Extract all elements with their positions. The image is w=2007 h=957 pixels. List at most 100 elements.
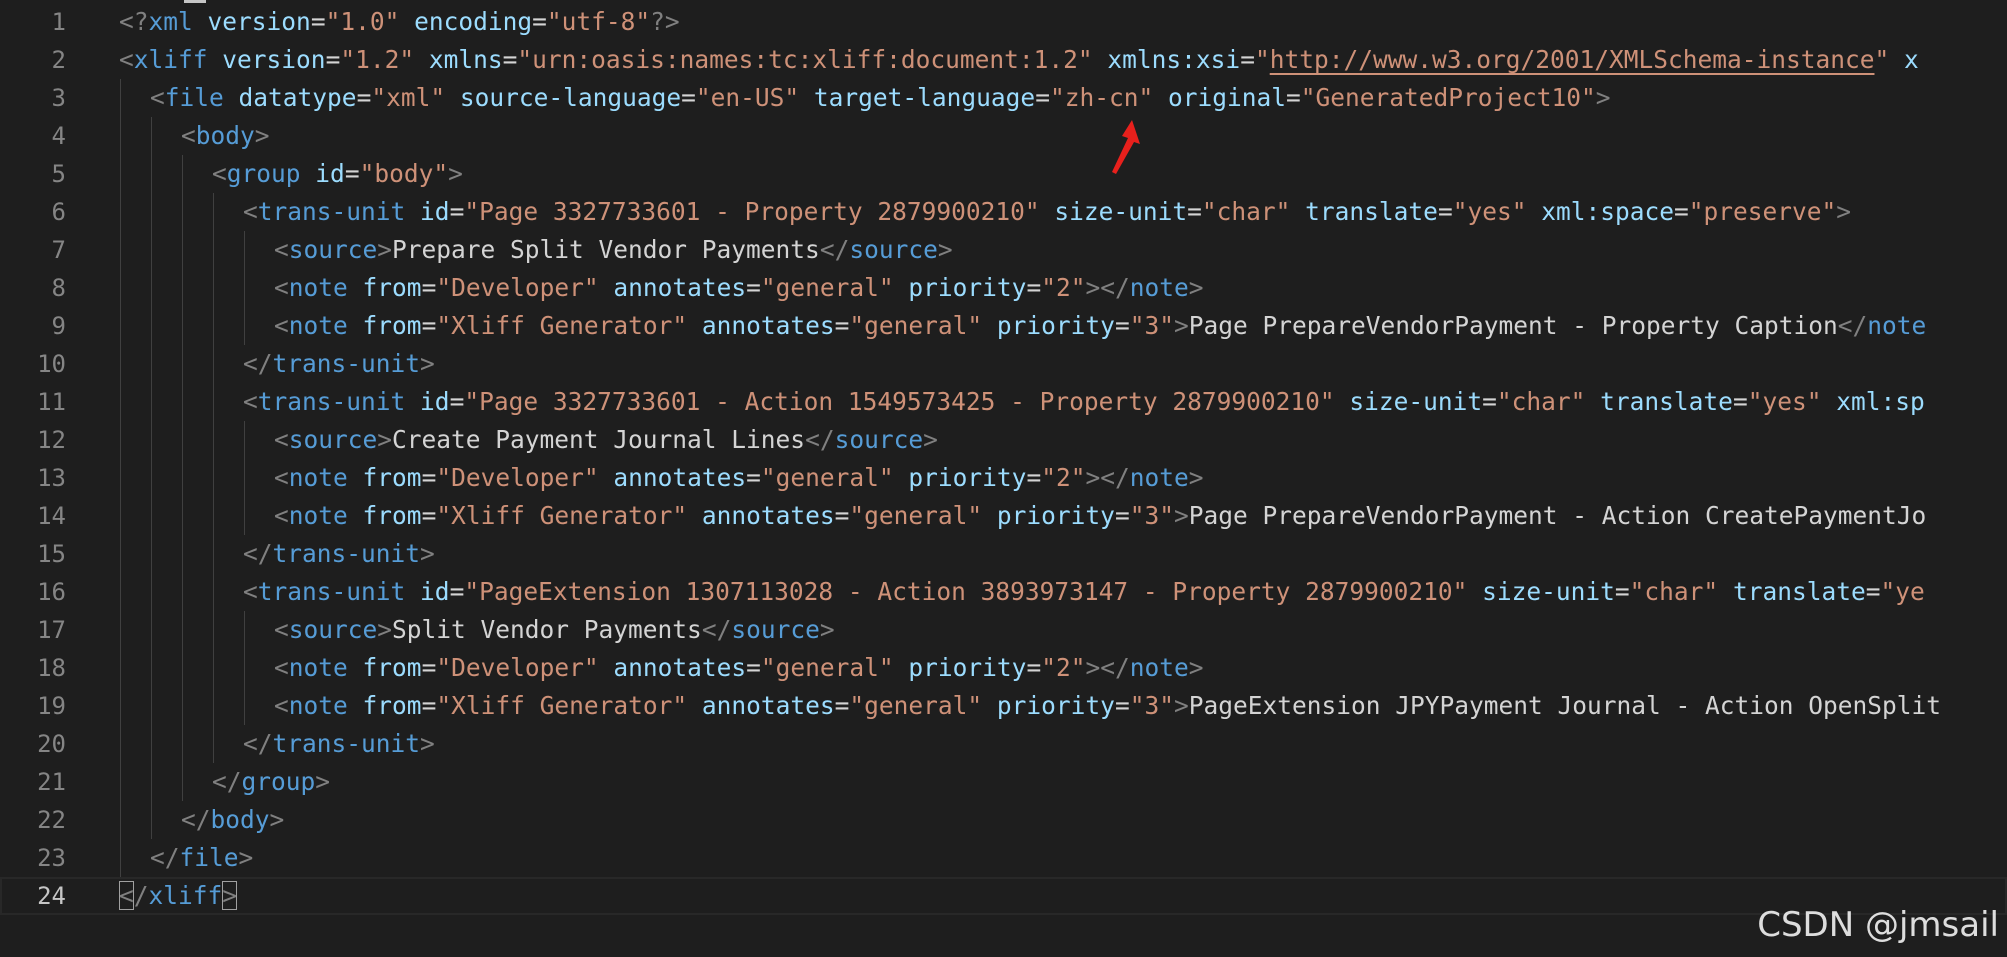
code-line[interactable]: 17 <source>Split Vendor Payments</source> [0, 611, 2007, 649]
code-line[interactable]: 24 </xliff> [0, 877, 2007, 915]
code-line[interactable]: 18 <note from="Developer" annotates="gene… [0, 649, 2007, 687]
code-line[interactable]: 23 </file> [0, 839, 2007, 877]
xml-attribute-name: encoding [414, 7, 533, 36]
code-line[interactable]: 19 <note from="Xliff Generator" annotates… [0, 687, 2007, 725]
xml-punctuation: < [274, 615, 289, 644]
indent-guide [151, 611, 152, 649]
xml-attribute-name: annotates [701, 501, 835, 530]
xml-punctuation: <? [119, 7, 149, 36]
code-line[interactable]: 15 </trans-unit> [0, 535, 2007, 573]
xml-attribute-name: from [362, 501, 422, 530]
code-editor[interactable]: 1 <?xml version="1.0" encoding="utf-8"?> 2… [0, 0, 2007, 957]
code-line[interactable]: 11 <trans-unit id="Page 3327733601 - Acti… [0, 383, 2007, 421]
xml-equals-sign: = [1437, 197, 1453, 226]
xml-punctuation: > [377, 425, 393, 454]
xml-equals-sign: = [310, 7, 326, 36]
indent-guide [120, 117, 121, 155]
indent-guide [244, 307, 245, 345]
xml-text-content [687, 691, 702, 720]
code-line[interactable]: 12 <source>Create Payment Journal Lines</… [0, 421, 2007, 459]
code-line[interactable]: 20 </trans-unit> [0, 725, 2007, 763]
xml-attribute-value: "GeneratedProject10" [1300, 83, 1596, 112]
line-code: </xliff> [119, 877, 238, 915]
xml-attribute-value: " [1254, 45, 1270, 74]
xml-punctuation: </ [243, 349, 273, 378]
xml-attribute-value: "1.2" [340, 45, 415, 74]
xml-equals-sign: = [1187, 197, 1202, 226]
code-line[interactable]: 3 <file datatype="xml" source-language="e… [0, 79, 2007, 117]
indent-guide [151, 383, 152, 421]
xml-text-content [445, 83, 460, 112]
code-line[interactable]: 1 <?xml version="1.0" encoding="utf-8"?> [0, 3, 2007, 41]
xml-attribute-value: "xml" [371, 83, 446, 112]
xml-text-content [894, 653, 909, 682]
code-line[interactable]: 7 <source>Prepare Split Vendor Payments</… [0, 231, 2007, 269]
xml-equals-sign: = [449, 577, 465, 606]
xml-punctuation: > [1173, 311, 1189, 340]
xml-attribute-name: xmlns [428, 45, 503, 74]
indent-guide [120, 725, 121, 763]
code-line[interactable]: 10 </trans-unit> [0, 345, 2007, 383]
xml-tag-name: xml [148, 7, 193, 36]
indent-guide [182, 231, 183, 269]
xml-attribute-value: "3" [1129, 501, 1174, 530]
indent-guide [120, 421, 121, 459]
xml-attribute-value: "general" [849, 501, 983, 530]
xml-punctuation: < [243, 197, 258, 226]
xml-punctuation: > [1188, 653, 1204, 682]
indent-guide [120, 269, 121, 307]
xml-punctuation: < [274, 653, 289, 682]
xml-punctuation: > [923, 425, 938, 454]
indent-guide [213, 345, 214, 383]
indent-guide [213, 535, 214, 573]
code-line[interactable]: 22 </body> [0, 801, 2007, 839]
code-line[interactable]: 2 <xliff version="1.2" xmlns="urn:oasis:n… [0, 41, 2007, 79]
code-line[interactable]: 14 <note from="Xliff Generator" annotates… [0, 497, 2007, 535]
xml-tag-name: trans-unit [257, 387, 406, 416]
xml-punctuation: > [420, 539, 435, 568]
xml-attribute-name: from [362, 311, 422, 340]
xml-attribute-name: translate [1732, 577, 1866, 606]
code-line[interactable]: 21 </group> [0, 763, 2007, 801]
xml-equals-sign: = [421, 653, 437, 682]
xml-punctuation: < [212, 159, 227, 188]
indent-guide [182, 763, 183, 801]
xml-punctuation: < [243, 387, 258, 416]
xml-punctuation: > [222, 881, 238, 910]
indent-guide [151, 497, 152, 535]
indent-guide [244, 421, 245, 459]
line-code: </trans-unit> [243, 535, 435, 573]
xml-equals-sign: = [421, 691, 437, 720]
xml-attribute-value: "general" [760, 273, 894, 302]
xml-text-content [1290, 197, 1305, 226]
code-line[interactable]: 5 <group id="body"> [0, 155, 2007, 193]
xml-punctuation: > [420, 349, 435, 378]
code-line[interactable]: 13 <note from="Developer" annotates="gene… [0, 459, 2007, 497]
xml-attribute-name: from [362, 653, 422, 682]
xml-text-content [301, 159, 316, 188]
xml-punctuation: < [274, 691, 289, 720]
code-line[interactable]: 16 <trans-unit id="PageExtension 13071130… [0, 573, 2007, 611]
code-line[interactable]: 9 <note from="Xliff Generator" annotates=… [0, 307, 2007, 345]
line-code: </file> [150, 839, 253, 877]
xml-text-content [414, 45, 429, 74]
line-code: <source>Create Payment Journal Lines</so… [274, 421, 938, 459]
code-line[interactable]: 4 <body> [0, 117, 2007, 155]
xml-text-content: Page PrepareVendorPayment - Property Cap… [1188, 311, 1838, 340]
xml-punctuation: </ [701, 615, 732, 644]
xml-link[interactable]: http://www.w3.org/2001/XMLSchema-instanc… [1270, 45, 1875, 74]
xml-attribute-value: "2" [1041, 653, 1086, 682]
xml-equals-sign: = [1026, 653, 1042, 682]
xml-attribute-value: "PageExtension 1307113028 - Action 38939… [464, 577, 1468, 606]
xml-punctuation: > [937, 235, 953, 264]
line-number: 10 [37, 350, 66, 378]
xml-equals-sign: = [1240, 45, 1255, 74]
code-line[interactable]: 8 <note from="Developer" annotates="gener… [0, 269, 2007, 307]
xml-punctuation: < [119, 45, 134, 74]
code-line[interactable]: 6 <trans-unit id="Page 3327733601 - Prope… [0, 193, 2007, 231]
xml-attribute-name: from [362, 463, 422, 492]
xml-attribute-name: priority [996, 311, 1115, 340]
line-code: <trans-unit id="PageExtension 1307113028… [243, 573, 1925, 611]
xml-attribute-value: "Developer" [436, 653, 599, 682]
xml-attribute-value: "zh-cn" [1049, 83, 1154, 112]
